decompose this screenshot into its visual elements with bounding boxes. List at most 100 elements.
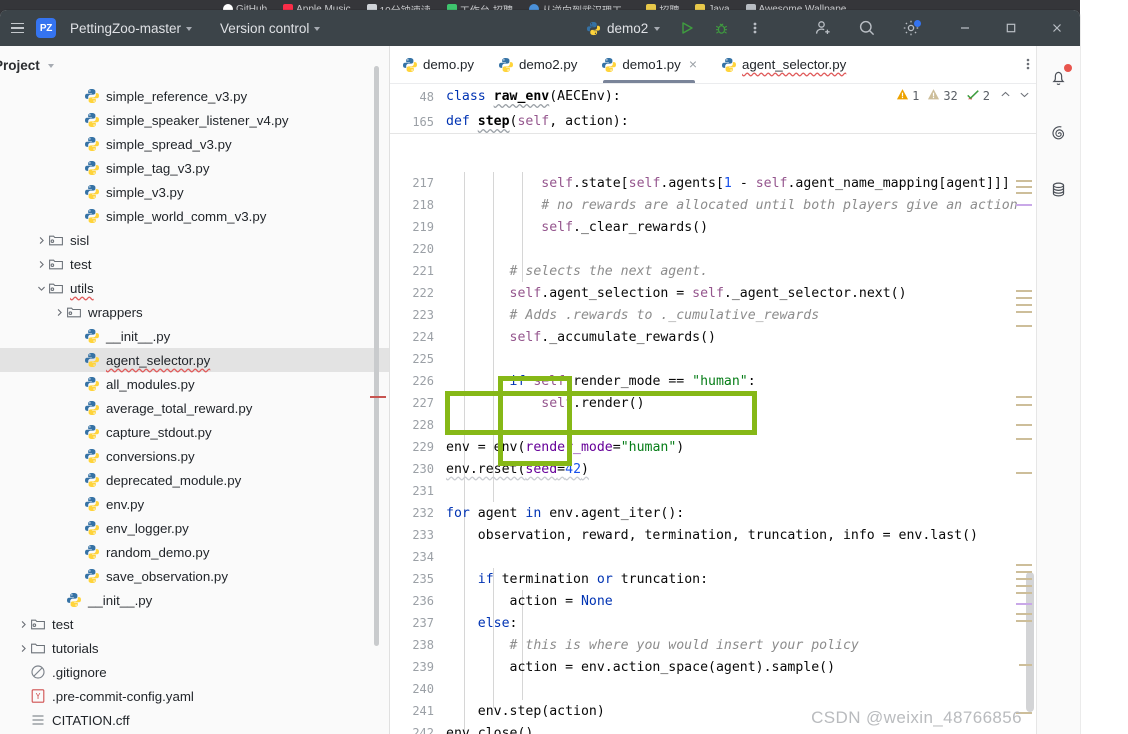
minimize-button[interactable]	[942, 10, 988, 46]
inspection-marker[interactable]	[1016, 603, 1032, 605]
project-tree-scrollbar[interactable]	[374, 66, 379, 646]
chevron-down-icon[interactable]	[1019, 89, 1030, 103]
tree-item-simple-spread-v3-py[interactable]: simple_spread_v3.py	[0, 132, 389, 156]
debug-button[interactable]	[706, 15, 736, 41]
code-line[interactable]: 236 action = None	[390, 590, 1036, 612]
sticky-line[interactable]: 48 class raw_env(AECEnv): 1 32 2	[390, 84, 1036, 109]
code-line[interactable]: 218 # no rewards are allocated until bot…	[390, 194, 1036, 216]
run-configuration-selector[interactable]: demo2	[578, 17, 668, 40]
tree-item-agent-selector-py[interactable]: agent_selector.py	[0, 348, 389, 372]
chevron-down-icon[interactable]	[34, 281, 48, 295]
settings-gear-icon[interactable]	[896, 15, 926, 41]
code-line[interactable]: 229 env = env(render_mode="human")	[390, 436, 1036, 458]
inspection-marker[interactable]	[1016, 571, 1032, 573]
tree-item--init-py[interactable]: __init__.py	[0, 324, 389, 348]
chevron-right-icon[interactable]	[16, 617, 30, 631]
chevron-right-icon[interactable]	[34, 257, 48, 271]
inspection-marker[interactable]	[1016, 424, 1032, 426]
code-line[interactable]: 217 self.state[self.agents[1 - self.agen…	[390, 172, 1036, 194]
chevron-right-icon[interactable]	[52, 305, 66, 319]
tree-item-simple-world-comm-v3-py[interactable]: simple_world_comm_v3.py	[0, 204, 389, 228]
ai-assistant-icon[interactable]	[1044, 118, 1074, 148]
inspection-marker[interactable]	[1016, 325, 1032, 327]
inspection-marker[interactable]	[1016, 311, 1032, 313]
maximize-button[interactable]	[988, 10, 1034, 46]
tree-item-all-modules-py[interactable]: all_modules.py	[0, 372, 389, 396]
code-line[interactable]: 226 if self.render_mode == "human":	[390, 370, 1036, 392]
inspection-marker[interactable]	[1016, 396, 1032, 398]
inspection-marker[interactable]	[1016, 404, 1032, 406]
tree-item-capture-stdout-py[interactable]: capture_stdout.py	[0, 420, 389, 444]
code-line[interactable]: 230 env.reset(seed=42)	[390, 458, 1036, 480]
tree-item-test[interactable]: test	[0, 612, 389, 636]
tree-item-average-total-reward-py[interactable]: average_total_reward.py	[0, 396, 389, 420]
code-line[interactable]: 234	[390, 546, 1036, 568]
sticky-line[interactable]: 165 def step(self, action):	[390, 109, 1036, 134]
tree-item-deprecated-module-py[interactable]: deprecated_module.py	[0, 468, 389, 492]
editor-tab-demo-py[interactable]: demo.py	[390, 45, 486, 83]
chevron-right-icon[interactable]	[34, 233, 48, 247]
editor-marker-gutter[interactable]	[1012, 172, 1036, 734]
inspection-marker[interactable]	[1016, 578, 1032, 580]
chevron-up-icon[interactable]	[1000, 89, 1011, 103]
inspection-marker[interactable]	[1016, 472, 1032, 474]
close-button[interactable]	[1034, 10, 1080, 46]
editor-tab-bar[interactable]: demo.py demo2.py demo1.py × agent_selector.p…	[390, 46, 1036, 84]
tree-item-simple-speaker-listener-v4-py[interactable]: simple_speaker_listener_v4.py	[0, 108, 389, 132]
inspection-marker[interactable]	[1016, 304, 1032, 306]
code-line[interactable]: 228	[390, 414, 1036, 436]
project-panel-header[interactable]: Project	[0, 46, 389, 84]
inspection-marker[interactable]	[1016, 564, 1032, 566]
more-vertical-icon[interactable]	[740, 15, 770, 41]
tree-item-env-logger-py[interactable]: env_logger.py	[0, 516, 389, 540]
tree-item-utils[interactable]: utils	[0, 276, 389, 300]
code-line[interactable]: 233 observation, reward, termination, tr…	[390, 524, 1036, 546]
tree-item-simple-reference-v3-py[interactable]: simple_reference_v3.py	[0, 84, 389, 108]
inspection-marker[interactable]	[1016, 585, 1032, 587]
run-button[interactable]	[672, 15, 702, 41]
tree-item-save-observation-py[interactable]: save_observation.py	[0, 564, 389, 588]
code-line[interactable]: 237 else:	[390, 612, 1036, 634]
tree-item-conversions-py[interactable]: conversions.py	[0, 444, 389, 468]
add-user-icon[interactable]	[808, 15, 838, 41]
code-line[interactable]: 231	[390, 480, 1036, 502]
tree-item-simple-tag-v3-py[interactable]: simple_tag_v3.py	[0, 156, 389, 180]
code-line[interactable]: 224 self._accumulate_rewards()	[390, 326, 1036, 348]
code-line[interactable]: 227 self.render()	[390, 392, 1036, 414]
code-line[interactable]: 235 if termination or truncation:	[390, 568, 1036, 590]
tree-item--init-py[interactable]: __init__.py	[0, 588, 389, 612]
tree-item--gitignore[interactable]: .gitignore	[0, 660, 389, 684]
code-line[interactable]: 225	[390, 348, 1036, 370]
tree-item-test[interactable]: test	[0, 252, 389, 276]
code-content[interactable]: 217 self.state[self.agents[1 - self.agen…	[390, 172, 1036, 734]
editor-tab-options-icon[interactable]	[1026, 56, 1030, 77]
editor-tab-demo1-py[interactable]: demo1.py ×	[589, 45, 709, 83]
tree-item-simple-v3-py[interactable]: simple_v3.py	[0, 180, 389, 204]
inspection-marker[interactable]	[1016, 438, 1032, 440]
tree-item-env-py[interactable]: env.py	[0, 492, 389, 516]
inspection-marker[interactable]	[1016, 186, 1032, 188]
project-name-dropdown[interactable]: PettingZoo-master	[63, 18, 199, 39]
editor-tab-demo2-py[interactable]: demo2.py	[486, 45, 589, 83]
code-line[interactable]: 239 action = env.action_space(agent).sam…	[390, 656, 1036, 678]
inspection-marker[interactable]	[1016, 620, 1032, 622]
tree-item-sisl[interactable]: sisl	[0, 228, 389, 252]
tree-item-wrappers[interactable]: wrappers	[0, 300, 389, 324]
inspection-marker[interactable]	[1016, 592, 1032, 594]
inspection-marker[interactable]	[1016, 192, 1032, 194]
code-line[interactable]: 219 self._clear_rewards()	[390, 216, 1036, 238]
inspection-marker[interactable]	[1016, 290, 1032, 292]
tree-item--pre-commit-config-yaml[interactable]: Y .pre-commit-config.yaml	[0, 684, 389, 708]
tree-item-citation-cff[interactable]: CITATION.cff	[0, 708, 389, 732]
code-line[interactable]: 220	[390, 238, 1036, 260]
version-control-dropdown[interactable]: Version control	[213, 18, 327, 39]
inspection-summary[interactable]: 1 32 2	[896, 88, 1030, 104]
main-menu-icon[interactable]	[2, 10, 32, 46]
code-line[interactable]: 222 self.agent_selection = self._agent_s…	[390, 282, 1036, 304]
inspection-marker[interactable]	[1016, 204, 1032, 206]
inspection-marker[interactable]	[1016, 180, 1032, 182]
code-line[interactable]: 221 # selects the next agent.	[390, 260, 1036, 282]
tree-item-tutorials[interactable]: tutorials	[0, 636, 389, 660]
notifications-icon[interactable]	[1044, 62, 1074, 92]
code-line[interactable]: 223 # Adds .rewards to ._cumulative_rewa…	[390, 304, 1036, 326]
